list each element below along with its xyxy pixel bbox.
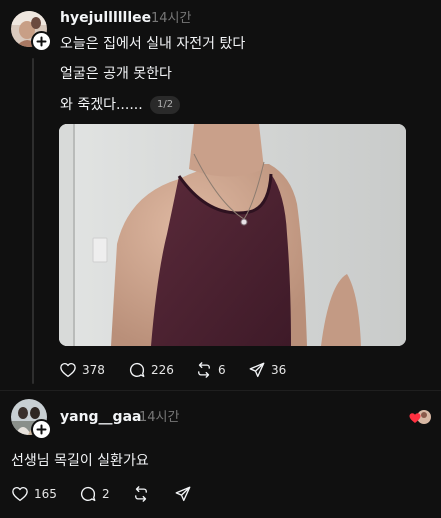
comment-count: 226 [151, 363, 174, 377]
reply-follow-plus-button[interactable] [31, 419, 52, 440]
comment-icon [80, 486, 96, 502]
share-button[interactable]: 36 [248, 361, 286, 379]
reply-like-count: 165 [34, 487, 57, 501]
reply-repost-button[interactable] [132, 485, 150, 503]
author-liked-indicator [409, 409, 433, 427]
post-username[interactable]: hyejullllllee [60, 9, 151, 27]
reply-share-button[interactable] [174, 485, 192, 503]
post-timestamp: 14시간 [151, 11, 192, 26]
repost-icon [198, 362, 210, 378]
reply-text: 선생님 목길이 실환가요 [11, 453, 149, 469]
share-icon [175, 486, 191, 502]
text-page-indicator[interactable]: 1/2 [150, 96, 181, 114]
comment-button[interactable]: 226 [128, 361, 174, 379]
like-count: 378 [82, 363, 105, 377]
post-text-line-2: 얼굴은 공개 못한다 [60, 66, 172, 82]
heart-icon [12, 486, 28, 502]
post: hyejullllllee 14시간 오늘은 집에서 실내 자전거 탔다 얼굴은… [0, 0, 441, 388]
heart-icon [60, 362, 76, 378]
reply: yang__gaa 14시간 선생님 목길이 실환가요 165 2 [0, 392, 441, 518]
thread-line [32, 58, 34, 384]
repost-button[interactable]: 6 [195, 361, 226, 379]
reply-comment-button[interactable]: 2 [79, 485, 110, 503]
share-count: 36 [271, 363, 287, 377]
divider [0, 390, 441, 391]
reply-username[interactable]: yang__gaa [60, 408, 141, 426]
post-text-line-3: 와 죽겠다...... [60, 97, 143, 113]
post-photo[interactable] [59, 124, 406, 346]
comment-icon [129, 362, 145, 378]
follow-plus-button[interactable] [31, 31, 52, 52]
repost-count: 6 [218, 363, 226, 377]
reply-timestamp: 14시간 [139, 410, 180, 425]
repost-icon [135, 486, 147, 502]
like-button[interactable]: 378 [59, 361, 105, 379]
post-photo-image [59, 124, 406, 346]
post-text-line-1: 오늘은 집에서 실내 자전거 탔다 [60, 36, 246, 52]
plus-icon [36, 36, 47, 47]
reply-comment-count: 2 [102, 487, 110, 501]
share-icon [249, 362, 265, 378]
plus-icon [36, 424, 47, 435]
reply-like-button[interactable]: 165 [11, 485, 57, 503]
